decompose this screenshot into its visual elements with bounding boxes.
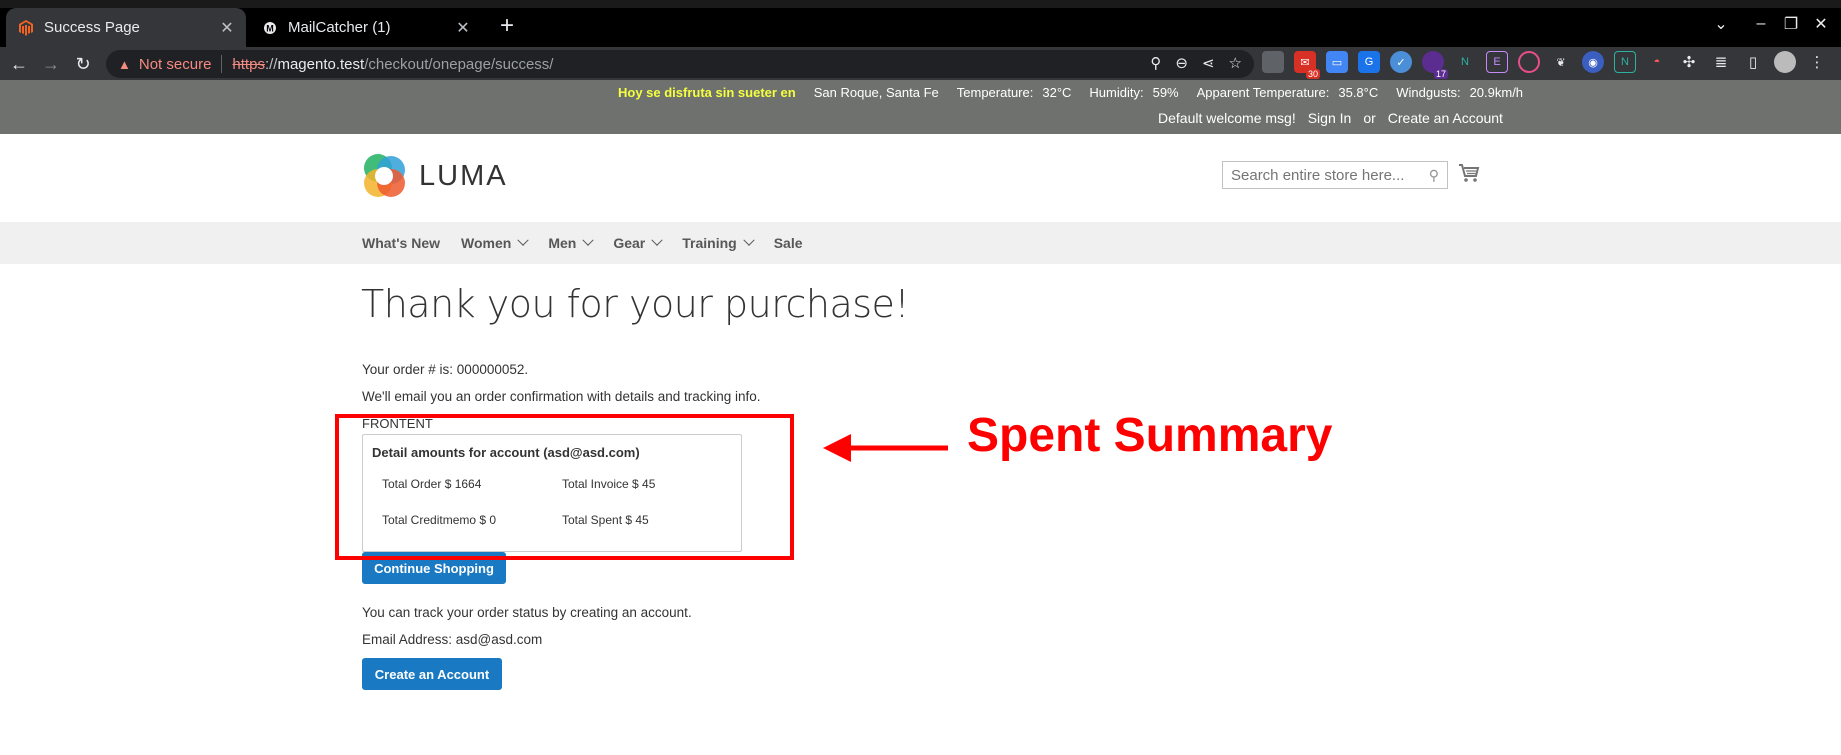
translate-extension-icon[interactable]: G xyxy=(1358,51,1380,73)
purple-extension-icon[interactable]: 17 xyxy=(1422,51,1448,79)
weather-bar: Hoy se disfruta sin sueter en San Roque,… xyxy=(618,81,1541,103)
side-panel-icon[interactable]: ▯ xyxy=(1742,51,1764,73)
annotation-arrow-icon xyxy=(823,434,948,462)
main-navigation: What's New Women Men Gear Training Sale xyxy=(0,222,1841,264)
annotation-highlight-box xyxy=(335,414,794,560)
chevron-down-icon xyxy=(582,234,594,246)
profile-avatar-icon[interactable] xyxy=(1774,51,1796,73)
search-icon[interactable]: ⚲ xyxy=(1429,167,1439,184)
search-input[interactable] xyxy=(1223,166,1413,184)
menu-kebab-icon[interactable]: ⋮ xyxy=(1806,51,1828,73)
weather-temperature: Temperature: 32°C xyxy=(956,84,1072,100)
chevron-down-icon xyxy=(743,234,755,246)
order-number-text: Your order # is: 000000052. xyxy=(362,362,529,377)
n-box-extension-icon[interactable]: N xyxy=(1614,51,1636,73)
url-text[interactable]: https://magento.test/checkout/onepage/su… xyxy=(232,56,553,73)
address-bar[interactable]: ▲ Not secure https://magento.test/checko… xyxy=(106,50,1254,78)
store-top-bar: Hoy se disfruta sin sueter en San Roque,… xyxy=(0,80,1841,134)
ring-extension-icon[interactable] xyxy=(1518,51,1540,73)
svg-text:M: M xyxy=(266,23,274,33)
weather-windgusts: Windgusts: 20.9km/h xyxy=(1396,84,1524,100)
new-tab-plus-icon[interactable]: + xyxy=(494,12,520,39)
gmail-extension-icon[interactable]: ✉ 30 xyxy=(1294,51,1320,79)
location-pin-icon[interactable]: ⚲ xyxy=(1150,54,1161,72)
tab-title: Success Page xyxy=(44,19,140,36)
tab-title: MailCatcher (1) xyxy=(288,19,391,36)
nav-item-sale[interactable]: Sale xyxy=(774,235,803,251)
browser-tab-bar: Success Page ✕ M MailCatcher (1) ✕ + ⌄ –… xyxy=(0,0,1841,47)
track-order-text: You can track your order status by creat… xyxy=(362,605,692,620)
luma-logo-icon xyxy=(364,154,405,197)
nav-item-women[interactable]: Women xyxy=(461,234,529,251)
tab-bar-top-strip xyxy=(0,0,1841,8)
extension-grey-icon[interactable] xyxy=(1262,51,1284,73)
nav-items: What's New Women Men Gear Training Sale xyxy=(362,222,824,264)
close-icon[interactable]: ✕ xyxy=(452,17,474,39)
email-address-text: Email Address: asd@asd.com xyxy=(362,632,543,647)
magento-icon xyxy=(18,19,34,36)
maximize-icon[interactable]: ❐ xyxy=(1777,12,1805,36)
tab-mailcatcher[interactable]: M MailCatcher (1) ✕ xyxy=(250,8,482,47)
search-box: ⚲ xyxy=(1222,161,1448,189)
store-header: LUMA ⚲ xyxy=(0,134,1841,222)
create-account-button[interactable]: Create an Account xyxy=(362,658,502,690)
cart-icon[interactable] xyxy=(1458,163,1480,185)
nav-item-men[interactable]: Men xyxy=(548,234,594,251)
close-icon[interactable]: ✕ xyxy=(216,17,238,39)
forward-arrow-icon[interactable]: → xyxy=(38,51,64,77)
media-list-icon[interactable]: ≣ xyxy=(1710,51,1732,73)
mailcatcher-icon: M xyxy=(262,20,278,36)
warning-icon: ▲ xyxy=(118,56,131,72)
bookmark-star-icon[interactable]: ☆ xyxy=(1229,54,1242,72)
back-arrow-icon[interactable]: ← xyxy=(6,51,32,77)
address-bar-actions: ⚲ ⊖ ⋖ ☆ xyxy=(1150,54,1242,72)
nav-item-whats-new[interactable]: What's New xyxy=(362,235,440,251)
address-divider xyxy=(221,55,223,73)
paw-extension-icon[interactable]: ❦ xyxy=(1550,51,1572,73)
weather-location: San Roque, Santa Fe xyxy=(813,84,939,100)
folder-extension-icon[interactable]: ▭ xyxy=(1326,51,1348,73)
or-text: or xyxy=(1363,110,1376,126)
compass-extension-icon[interactable]: ✓ xyxy=(1390,51,1412,73)
annotation-label: Spent Summary xyxy=(967,409,1333,462)
nav-item-gear[interactable]: Gear xyxy=(613,234,663,251)
n-extension-icon[interactable]: N xyxy=(1454,51,1476,73)
share-icon[interactable]: ⋖ xyxy=(1202,54,1215,72)
page-title: Thank you for your purchase! xyxy=(361,282,910,326)
nav-item-training[interactable]: Training xyxy=(682,234,755,251)
luma-logo[interactable]: LUMA xyxy=(361,153,508,199)
zoom-icon[interactable]: ⊖ xyxy=(1175,54,1188,72)
weather-humidity: Humidity: 59% xyxy=(1089,84,1179,100)
reload-icon[interactable]: ↻ xyxy=(70,51,96,77)
weather-apparent-temperature: Apparent Temperature: 35.8°C xyxy=(1196,84,1379,100)
welcome-message: Default welcome msg! xyxy=(1158,110,1296,126)
sign-in-link[interactable]: Sign In xyxy=(1308,110,1352,126)
puzzle-icon[interactable]: ✣ xyxy=(1678,51,1700,73)
blue-circle-extension-icon[interactable]: ◉ xyxy=(1582,51,1604,73)
header-links: Default welcome msg! Sign In or Create a… xyxy=(1158,107,1503,129)
logo-wordmark: LUMA xyxy=(419,159,508,192)
chevron-down-icon xyxy=(651,234,663,246)
window-close-icon[interactable]: ✕ xyxy=(1807,12,1835,36)
weather-slogan: Hoy se disfruta sin sueter en xyxy=(618,84,796,100)
chevron-down-icon xyxy=(517,234,529,246)
tab-search-chevron-icon[interactable]: ⌄ xyxy=(1707,12,1735,36)
email-confirmation-text: We'll email you an order confirmation wi… xyxy=(362,389,761,404)
box-extension-icon[interactable]: E xyxy=(1486,51,1508,73)
minimize-icon[interactable]: – xyxy=(1747,12,1775,36)
tab-success-page[interactable]: Success Page ✕ xyxy=(6,8,246,47)
mask-extension-icon[interactable]: ◓ xyxy=(1646,51,1668,73)
create-account-link[interactable]: Create an Account xyxy=(1388,110,1503,126)
extensions-row: ✉ 30 ▭ G ✓ 17 N E ❦ ◉ N ◓ ✣ ≣ ▯ ⋮ xyxy=(1262,51,1828,79)
browser-toolbar: ← → ↻ ▲ Not secure https://magento.test/… xyxy=(0,47,1841,80)
not-secure-label[interactable]: Not secure xyxy=(139,56,212,73)
